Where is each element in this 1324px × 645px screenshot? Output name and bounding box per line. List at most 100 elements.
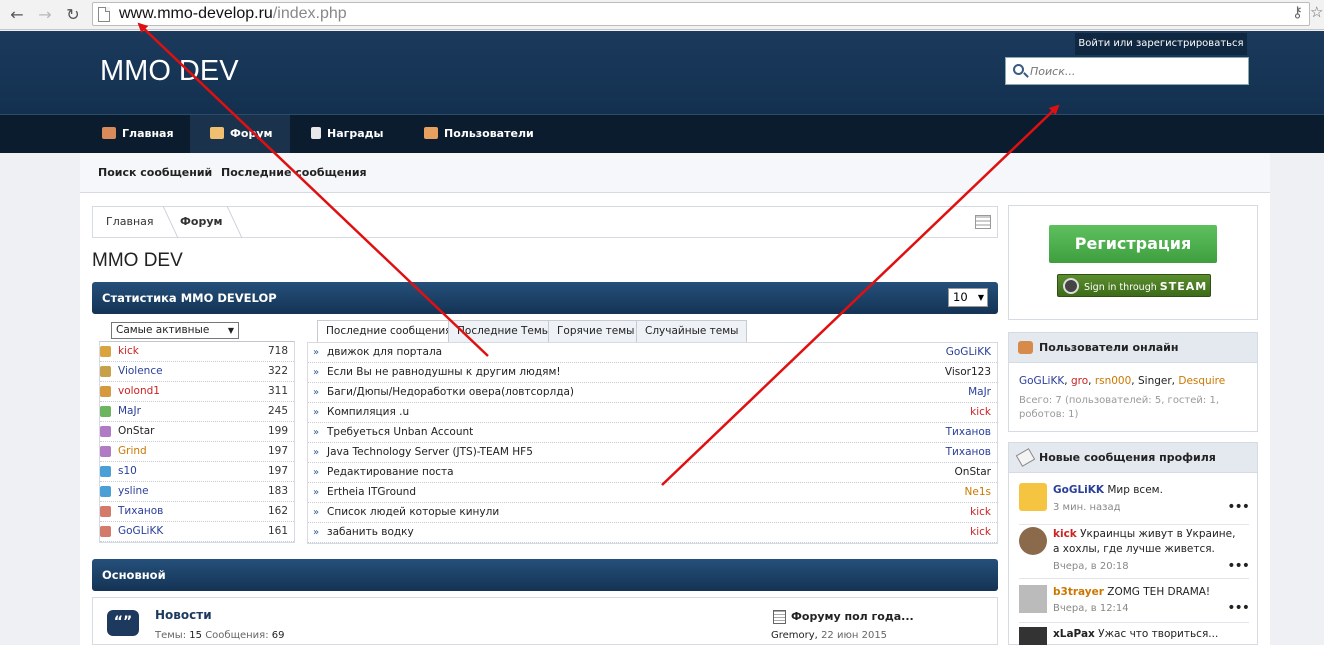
thread-row[interactable]: » Баги/Дюпы/Недоработки овера(ловтсорлда)… bbox=[308, 383, 997, 403]
url-text[interactable]: www.mmo-develop.ru/index.php bbox=[119, 4, 347, 24]
last-post-title[interactable]: Форуму пол года... bbox=[791, 610, 914, 623]
active-user-row[interactable]: volond1 311 bbox=[100, 382, 294, 402]
thread-title[interactable]: Компиляция .u bbox=[327, 403, 409, 422]
tab-latest-posts[interactable]: Последние сообщения bbox=[317, 320, 461, 343]
address-bar[interactable]: www.mmo-develop.ru/index.php bbox=[92, 2, 1310, 26]
search-input[interactable] bbox=[1030, 61, 1240, 81]
login-register-link[interactable]: Войти или зарегистрироваться bbox=[1075, 33, 1247, 55]
thread-author[interactable]: Ne1s bbox=[965, 483, 991, 502]
per-page-select[interactable]: 10 bbox=[948, 288, 988, 307]
last-post-author[interactable]: Gremory, bbox=[771, 630, 818, 641]
nav-tab-members[interactable]: Пользователи bbox=[418, 115, 540, 153]
profile-post-author[interactable]: GoGLiKK bbox=[1053, 484, 1104, 496]
active-user-name[interactable]: Violence bbox=[118, 362, 163, 381]
thread-author[interactable]: Тиханов bbox=[946, 443, 991, 462]
active-user-name[interactable]: kick bbox=[118, 342, 139, 361]
breadcrumb-home[interactable]: Главная bbox=[106, 215, 154, 228]
active-user-row[interactable]: kick 718 bbox=[100, 342, 294, 362]
site-logo[interactable]: MMO DEV bbox=[100, 55, 239, 88]
thread-author[interactable]: MaJr bbox=[968, 383, 991, 402]
thread-row[interactable]: » Компиляция .u kick bbox=[308, 403, 997, 423]
active-user-row[interactable]: Тиханов 162 bbox=[100, 502, 294, 522]
key-icon[interactable]: ⚷ bbox=[1292, 3, 1303, 21]
nav-tab-awards[interactable]: Награды bbox=[305, 115, 390, 153]
thread-title[interactable]: движок для портала bbox=[327, 343, 442, 362]
profile-post-author[interactable]: kick bbox=[1053, 528, 1077, 540]
thread-title[interactable]: Редактирование поста bbox=[327, 463, 454, 482]
online-users-block: Пользователи онлайн GoGLiKK, gro, rsn000… bbox=[1008, 332, 1258, 432]
active-user-name[interactable]: GoGLiKK bbox=[118, 522, 163, 541]
online-user-link[interactable]: Singer bbox=[1138, 375, 1172, 387]
avatar[interactable] bbox=[1019, 627, 1047, 645]
avatar[interactable] bbox=[1019, 483, 1047, 511]
thread-author[interactable]: GoGLiKK bbox=[946, 343, 991, 362]
thread-author[interactable]: OnStar bbox=[955, 463, 991, 482]
active-user-row[interactable]: OnStar 199 bbox=[100, 422, 294, 442]
thread-row[interactable]: » Ertheia ITGround Ne1s bbox=[308, 483, 997, 503]
thread-author[interactable]: kick bbox=[970, 503, 991, 522]
thread-author[interactable]: kick bbox=[970, 403, 991, 422]
back-icon[interactable]: ← bbox=[6, 4, 28, 26]
thread-row[interactable]: » Редактирование поста OnStar bbox=[308, 463, 997, 483]
search-posts-link[interactable]: Поиск сообщений bbox=[98, 166, 212, 179]
recent-posts-link[interactable]: Последние сообщения bbox=[221, 166, 367, 179]
more-options-icon[interactable]: ••• bbox=[1227, 499, 1250, 515]
active-user-name[interactable]: ysline bbox=[118, 482, 149, 501]
active-user-name[interactable]: OnStar bbox=[118, 422, 154, 441]
nav-tab-home[interactable]: Главная bbox=[92, 115, 184, 153]
active-users-select[interactable]: Самые активные bbox=[111, 322, 239, 339]
thread-author[interactable]: Тиханов bbox=[946, 423, 991, 442]
active-user-name[interactable]: volond1 bbox=[118, 382, 160, 401]
reload-icon[interactable]: ↻ bbox=[62, 4, 84, 26]
online-user-link[interactable]: Desquire bbox=[1178, 375, 1225, 387]
online-user-link[interactable]: rsn000 bbox=[1095, 375, 1131, 387]
thread-title[interactable]: Баги/Дюпы/Недоработки овера(ловтсорлда) bbox=[327, 383, 574, 402]
profile-post-author[interactable]: xLaPax bbox=[1053, 628, 1095, 640]
thread-row[interactable]: » Список людей которые кинули kick bbox=[308, 503, 997, 523]
tab-latest-threads[interactable]: Последние Темы bbox=[448, 320, 560, 342]
active-user-row[interactable]: MaJr 245 bbox=[100, 402, 294, 422]
thread-row[interactable]: » движок для портала GoGLiKK bbox=[308, 343, 997, 363]
tab-random-threads[interactable]: Случайные темы bbox=[636, 320, 748, 342]
keyboard-icon[interactable] bbox=[975, 215, 991, 229]
thread-row[interactable]: » Требуеться Unban Account Тиханов bbox=[308, 423, 997, 443]
forum-name[interactable]: Новости bbox=[155, 608, 212, 622]
thread-row[interactable]: » Java Technology Server (JTS)-TEAM HF5 Ти… bbox=[308, 443, 997, 463]
thread-title[interactable]: Список людей которые кинули bbox=[327, 503, 499, 522]
active-user-row[interactable]: Violence 322 bbox=[100, 362, 294, 382]
active-user-name[interactable]: s10 bbox=[118, 462, 137, 481]
avatar[interactable] bbox=[1019, 585, 1047, 613]
more-options-icon[interactable]: ••• bbox=[1227, 558, 1250, 574]
avatar[interactable] bbox=[1019, 527, 1047, 555]
thread-row[interactable]: » Если Вы не равнодушны к другим людям! Vi… bbox=[308, 363, 997, 383]
register-button[interactable]: Регистрация bbox=[1049, 225, 1217, 263]
profile-post-body: kick Украинцы живут в Украине, а хохлы, … bbox=[1053, 527, 1245, 557]
online-user-link[interactable]: gro bbox=[1071, 375, 1088, 387]
tab-hot-threads[interactable]: Горячие темы bbox=[548, 320, 644, 342]
thread-title[interactable]: Если Вы не равнодушны к другим людям! bbox=[327, 363, 561, 382]
active-user-row[interactable]: Grind 197 bbox=[100, 442, 294, 462]
posts-label: Сообщения: bbox=[205, 630, 269, 641]
online-user-link[interactable]: GoGLiKK bbox=[1019, 375, 1064, 387]
active-user-row[interactable]: s10 197 bbox=[100, 462, 294, 482]
thread-title[interactable]: Java Technology Server (JTS)-TEAM HF5 bbox=[327, 443, 533, 462]
active-user-name[interactable]: Grind bbox=[118, 442, 147, 461]
thread-title[interactable]: Ertheia ITGround bbox=[327, 483, 416, 502]
nav-tab-forum[interactable]: Форум bbox=[190, 115, 290, 153]
profile-post-author[interactable]: b3trayer bbox=[1053, 586, 1104, 598]
thread-title[interactable]: забанить водку bbox=[327, 523, 414, 542]
active-user-row[interactable]: ysline 183 bbox=[100, 482, 294, 502]
active-user-row[interactable]: GoGLiKK 161 bbox=[100, 522, 294, 542]
thread-author[interactable]: kick bbox=[970, 523, 991, 542]
steam-signin-button[interactable]: Sign in through STEAM bbox=[1057, 274, 1211, 297]
search-box[interactable] bbox=[1005, 57, 1249, 85]
thread-row[interactable]: » забанить водку kick bbox=[308, 523, 997, 543]
double-chevron-icon: » bbox=[313, 427, 319, 438]
thread-title[interactable]: Требуеться Unban Account bbox=[327, 423, 473, 442]
active-user-name[interactable]: Тиханов bbox=[118, 502, 163, 521]
bookmark-star-icon[interactable]: ☆ bbox=[1310, 3, 1323, 21]
thread-author[interactable]: Visor123 bbox=[945, 363, 991, 382]
active-user-name[interactable]: MaJr bbox=[118, 402, 141, 421]
more-options-icon[interactable]: ••• bbox=[1227, 600, 1250, 616]
forward-icon[interactable]: → bbox=[34, 4, 56, 26]
